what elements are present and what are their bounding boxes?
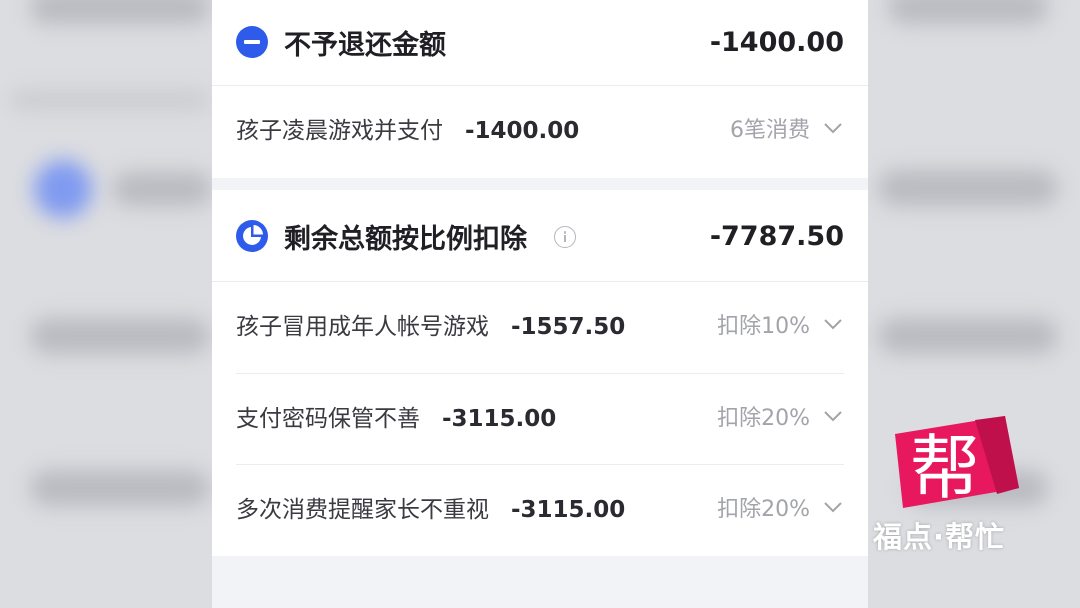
item-text: 支付密码保管不善 (236, 406, 420, 432)
item-amount: -1557.50 (511, 314, 626, 340)
info-icon[interactable] (554, 226, 576, 248)
section-title: 剩余总额按比例扣除 (284, 223, 527, 255)
list-item[interactable]: 支付密码保管不善 -3115.00 扣除20% (236, 373, 844, 464)
chevron-down-icon[interactable] (824, 318, 842, 330)
pie-chart-icon (236, 220, 268, 252)
watermark-caption: 福点·帮忙 (873, 520, 1006, 554)
section-title: 不予退还金额 (284, 29, 446, 61)
item-label: 多次消费提醒家长不重视 -3115.00 (236, 465, 625, 555)
item-text: 多次消费提醒家长不重视 (236, 497, 489, 523)
chevron-down-icon[interactable] (824, 410, 842, 422)
section-amount: -1400.00 (709, 26, 844, 58)
item-amount: -3115.00 (442, 406, 557, 432)
logo-char: 帮 (910, 427, 980, 509)
non-refundable-card: 不予退还金额 -1400.00 孩子凌晨游戏并支付 -1400.00 6笔消费 (212, 0, 868, 178)
item-label: 孩子凌晨游戏并支付 -1400.00 (236, 86, 579, 176)
item-amount: -3115.00 (511, 497, 626, 523)
list-item[interactable]: 孩子凌晨游戏并支付 -1400.00 6笔消费 (236, 86, 844, 176)
list-item[interactable]: 孩子冒用成年人帐号游戏 -1557.50 扣除10% (236, 282, 844, 372)
item-text: 孩子凌晨游戏并支付 (236, 118, 443, 144)
item-detail: 6笔消费 (730, 118, 810, 143)
chevron-down-icon[interactable] (824, 501, 842, 513)
item-label: 孩子冒用成年人帐号游戏 -1557.50 (236, 282, 625, 372)
item-detail: 扣除20% (717, 406, 810, 431)
item-detail: 扣除10% (717, 314, 810, 339)
minus-circle-icon (236, 26, 268, 58)
proportional-deduction-header: 剩余总额按比例扣除 -7787.50 (212, 194, 868, 278)
item-detail: 扣除20% (717, 497, 810, 522)
list-item[interactable]: 多次消费提醒家长不重视 -3115.00 扣除20% (236, 464, 844, 555)
chevron-down-icon[interactable] (824, 122, 842, 134)
refund-detail-panel: 不予退还金额 -1400.00 孩子凌晨游戏并支付 -1400.00 6笔消费 剩… (212, 0, 868, 608)
blurred-background-left (0, 0, 212, 608)
item-label: 支付密码保管不善 -3115.00 (236, 374, 556, 464)
section-amount: -7787.50 (709, 220, 844, 252)
proportional-deduction-card: 剩余总额按比例扣除 -7787.50 孩子冒用成年人帐号游戏 -1557.50 扣… (212, 190, 868, 556)
item-text: 孩子冒用成年人帐号游戏 (236, 314, 489, 340)
non-refundable-header: 不予退还金额 -1400.00 (212, 0, 868, 84)
item-amount: -1400.00 (465, 118, 580, 144)
